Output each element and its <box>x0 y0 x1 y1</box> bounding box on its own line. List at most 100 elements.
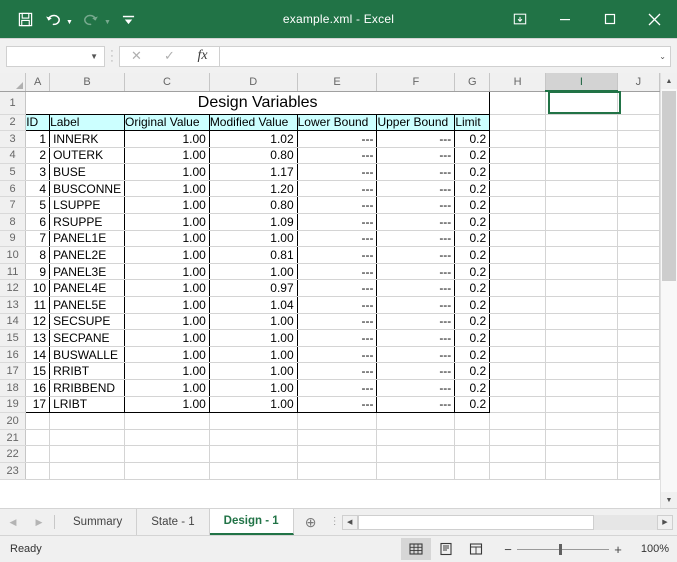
row-header-23[interactable]: 23 <box>0 462 27 480</box>
table-cell[interactable]: 1.17 <box>209 163 298 181</box>
table-cell[interactable]: BUSCONNE <box>49 180 126 198</box>
table-cell[interactable]: 13 <box>25 329 51 347</box>
table-cell[interactable]: 1.00 <box>124 329 210 347</box>
table-cell[interactable]: 0.2 <box>454 362 491 380</box>
cell-empty[interactable] <box>297 429 378 447</box>
cell-empty[interactable] <box>489 362 547 380</box>
table-cell[interactable]: 1.09 <box>209 213 298 231</box>
table-cell[interactable]: RRIBT <box>49 362 126 380</box>
cell-empty[interactable] <box>617 91 660 115</box>
row-header-17[interactable]: 17 <box>0 362 27 380</box>
cell-empty[interactable] <box>489 196 547 215</box>
horizontal-scroll-thumb[interactable] <box>357 514 595 530</box>
table-header-cell[interactable]: Modified Value <box>209 114 298 132</box>
cell-empty[interactable] <box>489 396 547 414</box>
cell-empty[interactable] <box>545 412 618 430</box>
table-cell[interactable]: 2 <box>25 147 51 165</box>
cell-empty[interactable] <box>209 412 298 430</box>
cell-empty[interactable] <box>617 263 660 281</box>
cell-empty[interactable] <box>489 296 547 314</box>
cell-empty[interactable] <box>124 412 210 430</box>
maximize-button[interactable] <box>587 0 632 38</box>
cell-empty[interactable] <box>617 346 660 364</box>
table-cell[interactable]: 0.2 <box>454 346 491 364</box>
cell-empty[interactable] <box>617 180 660 198</box>
table-cell[interactable]: 1.00 <box>124 246 210 264</box>
cell-empty[interactable] <box>545 346 618 364</box>
table-cell[interactable]: 1.00 <box>124 362 210 380</box>
cell-empty[interactable] <box>617 163 660 181</box>
cell-empty[interactable] <box>617 114 660 132</box>
table-cell[interactable]: 0.81 <box>209 246 298 264</box>
table-cell[interactable]: 1.00 <box>124 296 210 314</box>
cell-empty[interactable] <box>376 412 456 430</box>
previous-sheet-button[interactable]: ◀ <box>6 517 20 528</box>
table-cell[interactable]: --- <box>376 196 456 215</box>
table-cell[interactable]: 9 <box>25 263 51 281</box>
new-sheet-button[interactable]: ⊕ <box>294 509 328 535</box>
cell-empty[interactable] <box>545 462 618 480</box>
cell-empty[interactable] <box>209 429 298 447</box>
table-cell[interactable]: OUTERK <box>49 147 126 165</box>
cell-empty[interactable] <box>545 362 618 380</box>
table-cell[interactable]: PANEL3E <box>49 263 126 281</box>
zoom-in-button[interactable]: + <box>611 542 625 557</box>
cell-empty[interactable] <box>25 429 51 447</box>
vertical-scrollbar[interactable]: ▲ ▼ <box>660 73 677 508</box>
page-layout-view-button[interactable] <box>431 538 461 560</box>
cell-empty[interactable] <box>617 296 660 314</box>
cell-empty[interactable] <box>545 329 618 347</box>
cell-empty[interactable] <box>617 230 660 248</box>
table-cell[interactable]: 1.04 <box>209 296 298 314</box>
table-cell[interactable]: 0.2 <box>454 213 491 231</box>
cell-empty[interactable] <box>617 429 660 447</box>
tab-resize-handle[interactable]: ⋮ <box>328 509 342 535</box>
table-cell[interactable]: 0.2 <box>454 263 491 281</box>
table-cell[interactable]: 0.2 <box>454 296 491 314</box>
cell-empty[interactable] <box>489 114 547 132</box>
cell-empty[interactable] <box>545 396 618 414</box>
table-cell[interactable]: 17 <box>25 396 51 414</box>
cell-empty[interactable] <box>124 445 210 463</box>
cell-empty[interactable] <box>545 230 618 248</box>
scroll-up-button[interactable]: ▲ <box>661 73 677 89</box>
close-button[interactable] <box>632 0 677 38</box>
cell-empty[interactable] <box>25 445 51 463</box>
cell-empty[interactable] <box>545 213 618 231</box>
sheet-title-cell[interactable]: Design Variables <box>25 90 491 115</box>
expand-formula-bar-icon[interactable]: ⌄ <box>655 52 666 61</box>
table-cell[interactable]: 1.00 <box>209 379 298 397</box>
undo-button[interactable] <box>40 6 66 32</box>
column-header-f[interactable]: F <box>376 73 456 92</box>
column-header-h[interactable]: H <box>489 73 547 92</box>
sheet-tab[interactable]: Design - 1 <box>209 509 294 535</box>
insert-function-icon[interactable]: fx <box>186 47 219 66</box>
sheet-tab[interactable]: Summary <box>59 509 138 535</box>
cell-empty[interactable] <box>489 130 547 148</box>
cell-empty[interactable] <box>489 263 547 281</box>
table-cell[interactable]: 7 <box>25 230 51 248</box>
table-cell[interactable]: --- <box>297 246 378 264</box>
zoom-out-button[interactable]: − <box>501 542 515 557</box>
table-cell[interactable]: 8 <box>25 246 51 264</box>
cell-empty[interactable] <box>489 180 547 198</box>
table-header-cell[interactable]: Original Value <box>124 114 210 132</box>
sheet-tab[interactable]: State - 1 <box>137 509 210 535</box>
table-cell[interactable]: 1.00 <box>209 346 298 364</box>
table-cell[interactable]: 1.00 <box>209 263 298 281</box>
horizontal-scrollbar[interactable]: ◀ ▶ <box>341 509 677 535</box>
column-header-e[interactable]: E <box>297 73 378 92</box>
cell-empty[interactable] <box>489 346 547 364</box>
table-cell[interactable]: --- <box>376 163 456 181</box>
cell-empty[interactable] <box>545 246 618 264</box>
table-cell[interactable]: 1.02 <box>209 130 298 148</box>
cell-empty[interactable] <box>297 412 378 430</box>
cell-empty[interactable] <box>617 412 660 430</box>
row-header-6[interactable]: 6 <box>0 180 27 198</box>
vertical-scroll-track[interactable] <box>661 89 677 492</box>
table-cell[interactable]: --- <box>297 196 378 215</box>
enter-formula-icon[interactable]: ✓ <box>153 47 186 66</box>
formula-input[interactable]: ⌄ <box>219 45 671 67</box>
cell-empty[interactable] <box>545 429 618 447</box>
table-cell[interactable]: 10 <box>25 279 51 298</box>
